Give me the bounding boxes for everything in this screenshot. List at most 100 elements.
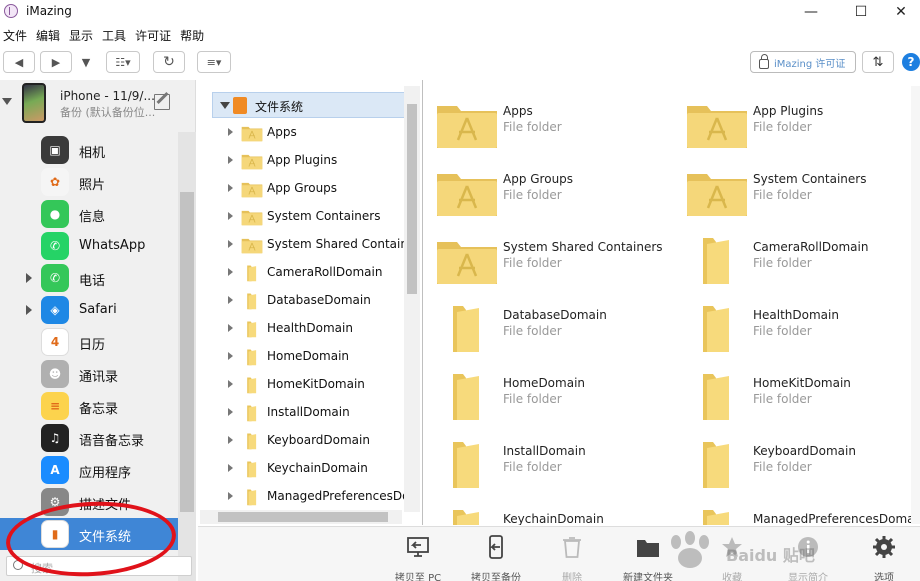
tree-hscroll-thumb[interactable] — [218, 512, 388, 522]
tree-item[interactable]: Apps — [198, 118, 408, 146]
expand-icon[interactable] — [26, 305, 32, 315]
tree-item[interactable]: HomeKitDomain — [198, 370, 408, 398]
menu-view[interactable]: 显示 — [66, 24, 99, 44]
sidebar-item-calendar[interactable]: 4 日历 — [0, 326, 178, 358]
sidebar-item-notes[interactable]: ≡ 备忘录 — [0, 390, 178, 422]
folder-item[interactable]: HomeKitDomain File folder — [673, 366, 913, 426]
tree-vertical-scrollbar[interactable] — [404, 86, 420, 512]
sidebar-search-input[interactable]: 搜索 — [6, 556, 192, 576]
tree-item[interactable]: KeyboardDomain — [198, 426, 408, 454]
sidebar-item-label: 电话 — [79, 274, 106, 289]
tree-item[interactable]: System Shared Containers — [198, 230, 420, 258]
tree-item[interactable]: HealthDomain — [198, 314, 408, 342]
tree-item[interactable]: DatabaseDomain — [198, 286, 408, 314]
sidebar-item-file-system[interactable]: ▮ 文件系统 — [0, 518, 178, 550]
edit-icon[interactable] — [154, 94, 170, 110]
sidebar-item-voice-memos[interactable]: ♫ 语音备忘录 — [0, 422, 178, 454]
copy-to-pc-button[interactable]: 拷贝至 PC — [382, 533, 454, 581]
license-button[interactable]: iMazing 许可证 — [750, 51, 856, 73]
expand-icon[interactable] — [228, 408, 233, 416]
folder-item[interactable]: Apps File folder — [423, 94, 663, 154]
minimize-button[interactable]: — — [788, 0, 834, 24]
menu-edit[interactable]: 编辑 — [33, 24, 66, 44]
folder-icon — [435, 302, 499, 354]
folder-icon — [685, 370, 749, 422]
tree-horizontal-scrollbar[interactable] — [200, 510, 402, 524]
sidebar-item-messages[interactable]: ● 信息 — [0, 198, 178, 230]
sidebar-item-whatsapp[interactable]: ✆ WhatsApp — [0, 230, 178, 262]
transfer-button[interactable]: ⇅ — [862, 51, 894, 73]
iphone-icon — [22, 83, 46, 123]
folder-item[interactable]: HomeDomain File folder — [423, 366, 663, 426]
refresh-button[interactable]: ↻ — [153, 51, 185, 73]
folder-item[interactable]: KeychainDomainFile folder — [423, 502, 663, 525]
expand-icon[interactable] — [228, 492, 233, 500]
folder-item[interactable]: InstallDomain File folder — [423, 434, 663, 494]
view-mode-button[interactable]: ☷▾ — [106, 51, 140, 73]
grid-scrollbar[interactable] — [911, 86, 920, 524]
expand-icon[interactable] — [228, 324, 233, 332]
sidebar-item-phone[interactable]: ✆ 电话 — [0, 262, 178, 294]
help-button[interactable]: ? — [902, 53, 920, 71]
collapse-icon[interactable] — [2, 98, 12, 105]
file-system-icon: ▮ — [41, 520, 69, 548]
back-button[interactable]: ◀ — [3, 51, 35, 73]
sidebar-item-profiles[interactable]: ⚙ 描述文件 — [0, 486, 178, 518]
tree-item[interactable]: App Plugins — [198, 146, 408, 174]
collapse-icon[interactable] — [220, 102, 230, 109]
expand-icon[interactable] — [228, 212, 233, 220]
tree-item[interactable]: InstallDomain — [198, 398, 408, 426]
expand-icon[interactable] — [228, 128, 233, 136]
folder-item[interactable]: DatabaseDomain File folder — [423, 298, 663, 358]
device-row[interactable]: iPhone - 11/9/... 备份 (默认备份位... — [0, 80, 178, 130]
expand-icon[interactable] — [228, 352, 233, 360]
history-dropdown[interactable]: ▼ — [78, 51, 94, 73]
file-system-icon — [233, 97, 247, 114]
expand-icon[interactable] — [228, 184, 233, 192]
sidebar-item-contacts[interactable]: ☻ 通讯录 — [0, 358, 178, 390]
expand-icon[interactable] — [228, 296, 233, 304]
sidebar-scrollbar[interactable] — [178, 132, 196, 581]
folder-item[interactable]: CameraRollDomain File folder — [673, 230, 913, 290]
expand-icon[interactable] — [228, 156, 233, 164]
close-button[interactable]: ✕ — [878, 0, 920, 24]
expand-icon[interactable] — [228, 240, 233, 248]
expand-icon[interactable] — [228, 380, 233, 388]
list-options-button[interactable]: ≡▾ — [197, 51, 231, 73]
menu-help[interactable]: 帮助 — [177, 24, 210, 44]
folder-item[interactable]: App Plugins File folder — [673, 94, 913, 154]
sidebar-scroll-thumb[interactable] — [180, 192, 194, 512]
folder-item[interactable]: System Shared Containers File folder — [423, 230, 663, 290]
menu-tools[interactable]: 工具 — [99, 24, 132, 44]
expand-icon[interactable] — [228, 268, 233, 276]
tree-scroll-thumb[interactable] — [407, 104, 417, 294]
forward-button[interactable]: ▶ — [40, 51, 72, 73]
tree-item[interactable]: CameraRollDomain — [198, 258, 408, 286]
tree-item[interactable]: KeychainDomain — [198, 454, 408, 482]
tree-item[interactable]: App Groups — [198, 174, 408, 202]
tree-root[interactable]: 文件系统 — [212, 92, 408, 118]
folder-item[interactable]: HealthDomain File folder — [673, 298, 913, 358]
sidebar-item-photos[interactable]: ✿ 照片 — [0, 166, 178, 198]
folder-item[interactable]: App Groups File folder — [423, 162, 663, 222]
menu-file[interactable]: 文件 — [0, 24, 33, 44]
search-icon — [13, 560, 23, 570]
expand-icon[interactable] — [228, 436, 233, 444]
folder-item[interactable]: System Containers File folder — [673, 162, 913, 222]
sidebar-item-app-store[interactable]: A 应用程序 — [0, 454, 178, 486]
folder-icon — [241, 264, 263, 282]
sidebar-item-safari[interactable]: ◈ Safari — [0, 294, 178, 326]
tree-item[interactable]: HomeDomain — [198, 342, 408, 370]
sidebar-item-camera[interactable]: ▣ 相机 — [0, 134, 178, 166]
copy-to-backup-button[interactable]: 拷贝至备份 — [460, 533, 532, 581]
tree-item-label: System Shared Containers — [267, 237, 420, 251]
folder-item[interactable]: ManagedPreferencesDomainFile folder — [673, 502, 920, 525]
tree-item[interactable]: System Containers — [198, 202, 408, 230]
folder-item[interactable]: KeyboardDomain File folder — [673, 434, 913, 494]
expand-icon[interactable] — [228, 464, 233, 472]
tree-item[interactable]: ManagedPreferencesDom — [198, 482, 420, 510]
expand-icon[interactable] — [26, 273, 32, 283]
tree-item-label: App Groups — [267, 181, 338, 195]
menu-license[interactable]: 许可证 — [132, 24, 177, 44]
tree-item-label: CameraRollDomain — [267, 265, 383, 279]
